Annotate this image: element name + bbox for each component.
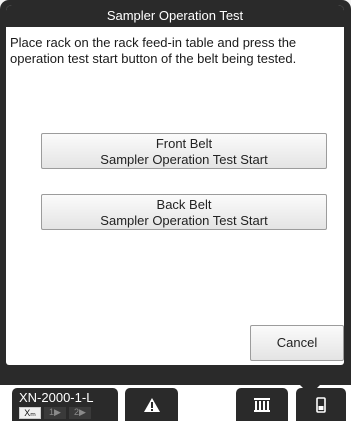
rack-icon	[254, 397, 270, 412]
device-icon	[316, 396, 326, 413]
back-belt-test-button[interactable]: Back Belt Sampler Operation Test Start	[41, 194, 327, 230]
front-belt-sub-label: Sampler Operation Test Start	[100, 152, 268, 167]
warning-icon	[143, 397, 160, 412]
mode-indicator-1: 1▶	[44, 407, 66, 419]
rack-tab[interactable]	[236, 388, 288, 421]
cancel-button[interactable]: Cancel	[250, 325, 344, 361]
model-name: XN-2000-1-L	[19, 390, 94, 405]
dialog: Sampler Operation Test Place rack on the…	[6, 5, 344, 365]
back-belt-label: Back Belt	[156, 197, 212, 212]
front-belt-label: Front Belt	[155, 136, 213, 151]
back-belt-sub-label: Sampler Operation Test Start	[100, 213, 268, 228]
mode-indicator-2: 2▶	[69, 407, 91, 419]
warning-tab[interactable]	[125, 388, 178, 421]
dialog-message: Place rack on the rack feed-in table and…	[10, 35, 297, 66]
front-belt-test-button[interactable]: Front Belt Sampler Operation Test Start	[41, 133, 327, 169]
dialog-title: Sampler Operation Test	[6, 5, 344, 27]
device-tab[interactable]	[296, 388, 346, 421]
analyzer-selector[interactable]: XN-2000-1-L Xₘ 1▶ 2▶	[12, 388, 118, 421]
mode-indicator-xm: Xₘ	[19, 407, 41, 419]
